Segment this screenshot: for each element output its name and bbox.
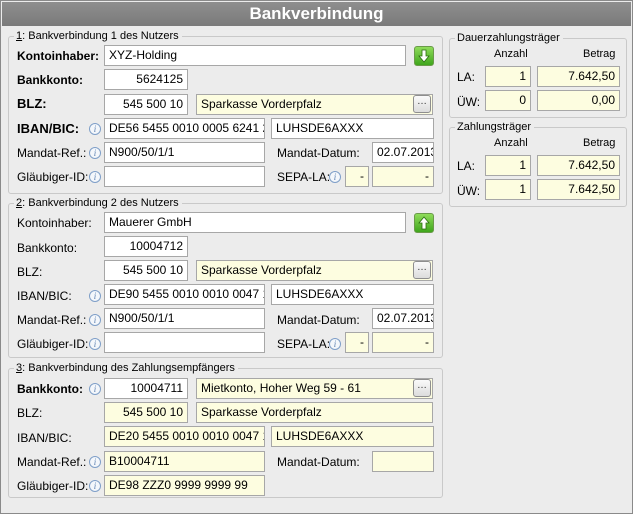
g2-bic-input[interactable]: LUHSDE6AXXX xyxy=(271,284,434,305)
g2-glaeubiger-input[interactable] xyxy=(104,332,265,353)
g2-mandat-ref-label: Mandat-Ref.: xyxy=(17,313,87,327)
g2-blz-input[interactable]: 545 500 10 xyxy=(104,260,188,281)
zahl-uew-betrag: 7.642,50 xyxy=(537,179,620,200)
g1-mandat-ref-input[interactable]: N900/50/1/1 xyxy=(104,142,265,163)
g2-bankname-field: Sparkasse Vorderpfalz xyxy=(196,260,433,281)
g3-bankkonto-label: Bankkonto: xyxy=(17,382,83,396)
g3-mandat-datum-label: Mandat-Datum: xyxy=(277,455,360,469)
info-icon[interactable]: i xyxy=(89,338,101,350)
info-icon[interactable]: i xyxy=(89,314,101,326)
info-icon[interactable]: i xyxy=(329,171,341,183)
info-icon[interactable]: i xyxy=(329,338,341,350)
g3-blz-field: 545 500 10 xyxy=(104,402,188,423)
g2-mandat-datum-label: Mandat-Datum: xyxy=(277,313,360,327)
dauer-la-betrag: 7.642,50 xyxy=(537,66,620,87)
g1-sepa-field-a: - xyxy=(345,166,369,187)
g1-glaeubiger-label: Gläubiger-ID: xyxy=(17,170,89,184)
g1-mandat-datum-input[interactable]: 02.07.2013 xyxy=(372,142,434,163)
zahl-uew-label: ÜW: xyxy=(457,184,481,198)
g2-iban-input[interactable]: DE90 5455 0010 0010 0047 12 xyxy=(104,284,265,305)
g3-iban-label: IBAN/BIC: xyxy=(17,431,72,445)
zahl-la-anzahl: 1 xyxy=(485,155,531,176)
g1-sepa-label: SEPA-LA: xyxy=(277,170,331,184)
bankverbindung-window: Bankverbindung 1: Bankverbindung 1 des N… xyxy=(0,0,633,514)
g2-iban-label: IBAN/BIC: xyxy=(17,289,72,303)
g3-blz-label: BLZ: xyxy=(17,406,43,420)
g1-move-down-button[interactable] xyxy=(414,46,434,66)
g2-kontoinhaber-label: Kontoinhaber: xyxy=(17,216,92,230)
g1-bic-input[interactable]: LUHSDE6AXXX xyxy=(271,118,434,139)
g1-kontoinhaber-label: Kontoinhaber: xyxy=(17,49,99,63)
g2-kontoinhaber-input[interactable]: Mauerer GmbH xyxy=(104,212,406,233)
g1-iban-input[interactable]: DE56 5455 0010 0005 6241 25 xyxy=(104,118,265,139)
g1-sepa-field-b: - xyxy=(372,166,434,187)
info-icon[interactable]: i xyxy=(89,147,101,159)
group-2-legend-text: : Bankverbindung 2 des Nutzers xyxy=(22,197,179,209)
g2-sepa-label: SEPA-LA: xyxy=(277,337,331,351)
group-1-legend: 1: Bankverbindung 1 des Nutzers xyxy=(14,30,182,43)
info-icon[interactable]: i xyxy=(89,123,101,135)
g1-blz-input[interactable]: 545 500 10 xyxy=(104,94,188,115)
zahl-col-anzahl: Anzahl xyxy=(494,137,528,149)
group-1-legend-text: : Bankverbindung 1 des Nutzers xyxy=(22,30,179,42)
g3-mandat-datum-field xyxy=(372,451,434,472)
g2-blz-label: BLZ: xyxy=(17,265,43,279)
g1-mandat-datum-label: Mandat-Datum: xyxy=(277,146,360,160)
zahl-uew-anzahl: 1 xyxy=(485,179,531,200)
dauer-la-anzahl: 1 xyxy=(485,66,531,87)
info-icon[interactable]: i xyxy=(89,480,101,492)
g3-bankname-field: Sparkasse Vorderpfalz xyxy=(196,402,433,423)
zahl-title: Zahlungsträger xyxy=(455,121,534,134)
window-title: Bankverbindung xyxy=(2,2,631,26)
group-3-legend-text: : Bankverbindung des Zahlungsempfängers xyxy=(22,362,235,374)
dauer-col-anzahl: Anzahl xyxy=(494,48,528,60)
info-icon[interactable]: i xyxy=(89,383,101,395)
g1-kontoinhaber-input[interactable]: XYZ-Holding xyxy=(104,45,406,66)
arrow-up-icon xyxy=(418,216,430,230)
g2-bankkonto-label: Bankkonto: xyxy=(17,241,78,255)
info-icon[interactable]: i xyxy=(89,171,101,183)
g2-mandat-datum-input[interactable]: 02.07.2013 xyxy=(372,308,434,329)
dauer-uew-label: ÜW: xyxy=(457,95,481,109)
dauer-uew-betrag: 0,00 xyxy=(537,90,620,111)
g2-mandat-ref-input[interactable]: N900/50/1/1 xyxy=(104,308,265,329)
group-3-legend: 3: Bankverbindung des Zahlungsempfängers xyxy=(14,362,238,375)
g2-move-up-button[interactable] xyxy=(414,213,434,233)
g2-sepa-field-a: - xyxy=(345,332,369,353)
g2-browse-bank-button[interactable]: … xyxy=(413,261,431,279)
info-icon[interactable]: i xyxy=(89,456,101,468)
g3-mandat-ref-label: Mandat-Ref.: xyxy=(17,455,87,469)
zahl-la-label: LA: xyxy=(457,159,476,173)
g1-browse-bank-button[interactable]: … xyxy=(413,95,431,113)
zahl-col-betrag: Betrag xyxy=(583,137,616,149)
group-2-legend: 2: Bankverbindung 2 des Nutzers xyxy=(14,197,182,210)
dauer-uew-anzahl: 0 xyxy=(485,90,531,111)
zahl-la-betrag: 7.642,50 xyxy=(537,155,620,176)
g1-bankkonto-label: Bankkonto: xyxy=(17,73,83,87)
g1-bankname-field: Sparkasse Vorderpfalz xyxy=(196,94,433,115)
info-icon[interactable]: i xyxy=(89,290,101,302)
dauer-title: Dauerzahlungsträger xyxy=(455,32,563,45)
g3-glaeubiger-field: DE98 ZZZ0 9999 9999 99 xyxy=(104,475,265,496)
g3-konto-description-field: Mietkonto, Hoher Weg 59 - 61 xyxy=(196,378,433,399)
g3-iban-field: DE20 5455 0010 0010 0047 11 xyxy=(104,426,265,447)
g1-bankkonto-input[interactable]: 5624125 xyxy=(104,69,188,90)
g1-mandat-ref-label: Mandat-Ref.: xyxy=(17,146,87,160)
g3-glaeubiger-label: Gläubiger-ID: xyxy=(17,479,89,493)
g2-bankkonto-input[interactable]: 10004712 xyxy=(104,236,188,257)
arrow-down-icon xyxy=(418,49,430,63)
dauer-la-label: LA: xyxy=(457,70,476,84)
g3-browse-konto-button[interactable]: … xyxy=(413,379,431,397)
g1-glaeubiger-input[interactable] xyxy=(104,166,265,187)
g2-glaeubiger-label: Gläubiger-ID: xyxy=(17,337,89,351)
g3-bankkonto-input[interactable]: 10004711 xyxy=(104,378,188,399)
g3-mandat-ref-field: B10004711 xyxy=(104,451,265,472)
g1-blz-label: BLZ: xyxy=(17,96,47,111)
dauer-col-betrag: Betrag xyxy=(583,48,616,60)
g3-bic-field: LUHSDE6AXXX xyxy=(271,426,434,447)
g1-iban-label: IBAN/BIC: xyxy=(17,121,80,136)
g2-sepa-field-b: - xyxy=(372,332,434,353)
